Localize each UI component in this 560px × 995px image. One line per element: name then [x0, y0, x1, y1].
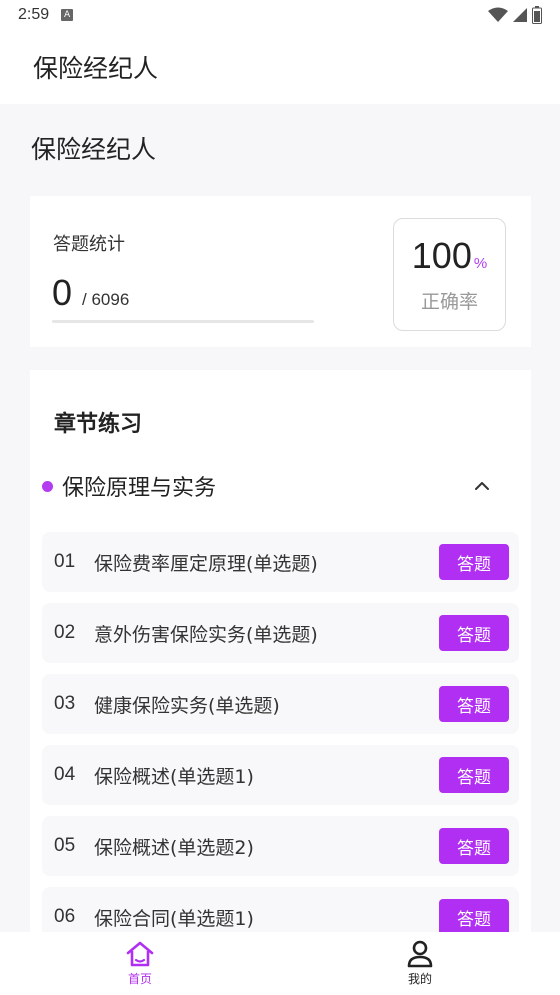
answer-button[interactable]: 答题 [439, 828, 509, 864]
answer-button[interactable]: 答题 [439, 544, 509, 580]
lesson-item[interactable]: 03 健康保险实务(单选题) 答题 [42, 674, 519, 734]
status-bar: 2:59 A [0, 0, 560, 30]
lesson-item[interactable]: 02 意外伤害保险实务(单选题) 答题 [42, 603, 519, 663]
chapter-heading: 章节练习 [54, 412, 143, 437]
battery-icon [532, 6, 542, 24]
status-time: 2:59 [18, 6, 50, 23]
user-icon [407, 940, 433, 968]
answered-count: 0 [52, 272, 73, 313]
stats-numbers: 0 / 6096 [52, 272, 129, 314]
stats-label: 答题统计 [53, 234, 125, 255]
lesson-title: 健康保险实务(单选题) [94, 694, 280, 717]
lesson-item[interactable]: 01 保险费率厘定原理(单选题) 答题 [42, 532, 519, 592]
lesson-number: 06 [54, 906, 76, 927]
lesson-number: 05 [54, 835, 76, 856]
lesson-number: 01 [54, 551, 76, 572]
lesson-number: 04 [54, 764, 76, 785]
accuracy-value: 100 [411, 235, 472, 276]
lesson-item[interactable]: 05 保险概述(单选题2) 答题 [42, 816, 519, 876]
bottom-nav: 首页 我的 [0, 932, 560, 995]
wifi-icon [488, 7, 508, 22]
lesson-title: 保险费率厘定原理(单选题) [94, 552, 318, 575]
accuracy-box: 100% 正确率 [393, 218, 506, 331]
lesson-title: 保险概述(单选题1) [94, 765, 254, 788]
accuracy-value-row: 100% [394, 235, 505, 277]
answer-button[interactable]: 答题 [439, 899, 509, 932]
nav-label-home: 首页 [127, 972, 152, 986]
answer-button[interactable]: 答题 [439, 686, 509, 722]
chapter-group-header[interactable]: 保险原理与实务 [42, 470, 522, 502]
answer-button[interactable]: 答题 [439, 757, 509, 793]
lesson-item[interactable]: 04 保险概述(单选题1) 答题 [42, 745, 519, 805]
page-title: 保险经纪人 [31, 135, 157, 164]
notification-icon: A [61, 9, 74, 21]
accuracy-unit: % [473, 255, 488, 272]
progress-bar [52, 320, 314, 323]
accuracy-label: 正确率 [420, 291, 478, 313]
app-bar: 保险经纪人 [0, 30, 560, 104]
status-icons [488, 6, 542, 24]
stats-card: 答题统计 0 / 6096 100% 正确率 [30, 196, 531, 347]
home-icon [126, 941, 154, 967]
nav-item-home[interactable]: 首页 [0, 932, 280, 995]
nav-item-profile[interactable]: 我的 [280, 932, 560, 995]
lesson-title: 保险合同(单选题1) [94, 907, 254, 930]
lesson-title: 保险概述(单选题2) [94, 836, 254, 859]
group-title: 保险原理与实务 [62, 476, 217, 501]
lesson-number: 03 [54, 693, 76, 714]
group-dot-icon [42, 480, 53, 492]
lesson-item[interactable]: 06 保险合同(单选题1) 答题 [42, 887, 519, 932]
signal-icon [513, 8, 527, 22]
app-bar-title: 保险经纪人 [33, 54, 159, 83]
chapter-practice-card: 章节练习 保险原理与实务 01 保险费率厘定原理(单选题) 答题 02 意外伤害… [30, 370, 531, 932]
nav-label-profile: 我的 [407, 972, 432, 986]
lesson-title: 意外伤害保险实务(单选题) [94, 623, 318, 646]
total-count: / 6096 [82, 290, 130, 309]
chevron-up-icon[interactable] [472, 476, 492, 496]
answer-button[interactable]: 答题 [439, 615, 509, 651]
lesson-number: 02 [54, 622, 76, 643]
